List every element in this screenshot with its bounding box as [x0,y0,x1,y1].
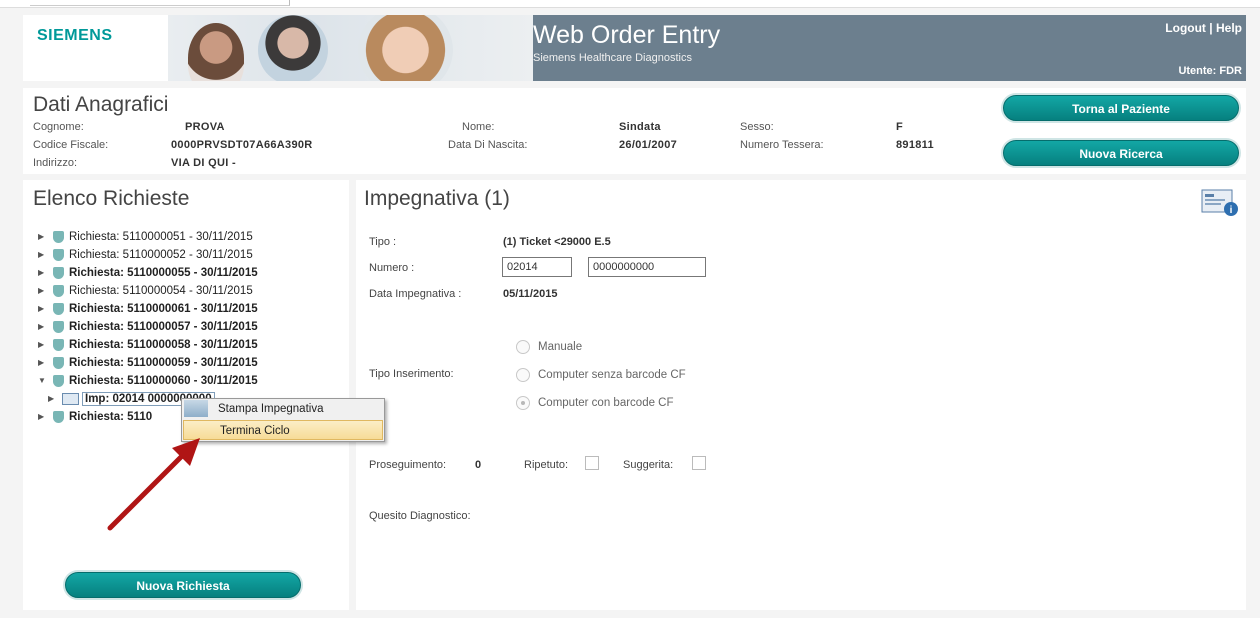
app-subtitle: Siemens Healthcare Diagnostics [533,52,692,64]
request-item[interactable]: ▶ Richiesta: 5110000055 - 30/11/2015 [38,264,258,282]
shield-icon [53,357,64,369]
shield-icon [53,285,64,297]
nuova-richiesta-button[interactable]: Nuova Richiesta [65,572,301,598]
menu-item-stampa-impegnativa[interactable]: Stampa Impegnativa [182,399,384,419]
codice-fiscale-value: 0000PRVSDT07A66A390R [171,139,313,151]
indirizzo-value: VIA DI QUI - [171,157,236,169]
requests-panel: Elenco Richieste ▶ Richiesta: 5110000051 … [23,180,349,610]
expand-arrow-icon[interactable]: ▶ [38,264,48,282]
tipo-value: (1) Ticket <29000 E.5 [503,236,611,248]
proseguimento-value: 0 [475,459,482,471]
data-impegnativa-label: Data Impegnativa : [369,288,462,300]
patient-heading: Dati Anagrafici [33,93,169,116]
radio-computer-senza-barcode[interactable] [516,368,530,382]
expand-arrow-icon[interactable]: ▶ [38,318,48,336]
browser-top-strip [0,0,1260,8]
expand-arrow-icon[interactable]: ▶ [38,408,48,426]
sesso-value: F [896,121,904,133]
tipo-inserimento-label: Tipo Inserimento: [369,368,454,380]
shield-icon [53,249,64,261]
request-item[interactable]: ▶ Richiesta: 5110000052 - 30/11/2015 [38,246,258,264]
nuova-ricerca-button[interactable]: Nuova Ricerca [1003,140,1239,166]
sesso-label: Sesso: [740,121,774,133]
radio-computer-con-barcode-label: Computer con barcode CF [538,397,674,409]
codice-fiscale-label: Codice Fiscale: [33,139,109,151]
browser-tab-edge [30,0,290,6]
ripetuto-label: Ripetuto: [524,459,569,471]
radio-computer-senza-barcode-label: Computer senza barcode CF [538,369,686,381]
link-separator: | [1209,21,1213,35]
request-item[interactable]: ▶ Richiesta: 5110000051 - 30/11/2015 [38,228,258,246]
ripetuto-checkbox[interactable] [585,456,599,470]
expand-arrow-icon[interactable]: ▶ [38,282,48,300]
shield-icon [53,231,64,243]
numero-field-1[interactable]: 02014 [502,257,572,277]
photo-person-2 [258,15,328,81]
expand-arrow-icon[interactable]: ▶ [38,228,48,246]
shield-icon [53,339,64,351]
request-item[interactable]: ▶ Richiesta: 5110000054 - 30/11/2015 [38,282,258,300]
request-item[interactable]: ▶ Richiesta: 5110000057 - 30/11/2015 [38,318,258,336]
photo-person-3 [358,15,453,81]
header-photo-banner [168,15,533,81]
expand-arrow-icon[interactable]: ▶ [38,354,48,372]
suggerita-checkbox[interactable] [692,456,706,470]
impegnativa-panel: Impegnativa (1) i Tipo : (1) Ticket <290… [356,180,1246,610]
context-menu: Stampa Impegnativa Termina Ciclo [181,398,385,442]
app-title: Web Order Entry [533,21,721,49]
cognome-label: Cognome: [33,121,84,133]
request-item-expanded[interactable]: ▼ Richiesta: 5110000060 - 30/11/2015 [38,372,258,390]
expand-arrow-icon[interactable]: ▶ [48,390,58,408]
printer-icon [184,400,208,417]
expand-arrow-icon[interactable]: ▶ [38,246,48,264]
patient-card-icon[interactable]: i [1201,189,1239,217]
tipo-label: Tipo : [369,236,397,248]
data-nascita-value: 26/01/2007 [619,139,678,151]
nome-label: Nome: [462,121,495,133]
menu-item-termina-ciclo[interactable]: Termina Ciclo [183,420,383,440]
radio-manuale[interactable] [516,340,530,354]
shield-icon [53,267,64,279]
numero-tessera-label: Numero Tessera: [740,139,824,151]
help-link[interactable]: Help [1216,21,1242,35]
request-item[interactable]: ▶ Richiesta: 5110000058 - 30/11/2015 [38,336,258,354]
requests-heading: Elenco Richieste [33,187,190,210]
numero-label: Numero : [369,262,415,274]
indirizzo-label: Indirizzo: [33,157,78,169]
request-item[interactable]: ▶ Richiesta: 5110000061 - 30/11/2015 [38,300,258,318]
collapse-arrow-icon[interactable]: ▼ [38,372,48,390]
suggerita-label: Suggerita: [623,459,674,471]
logo-area: SIEMENS [23,15,168,81]
app-header: SIEMENS Web Order Entry Siemens Healthca… [23,15,1246,81]
document-icon [62,393,79,405]
shield-icon [53,321,64,333]
shield-icon [53,411,64,423]
nome-value: Sindata [619,121,661,133]
logout-link[interactable]: Logout [1165,21,1206,35]
radio-manuale-label: Manuale [538,341,583,353]
photo-person-1 [188,23,244,81]
top-links: Logout | Help [1165,21,1242,35]
svg-text:i: i [1230,205,1233,216]
request-item[interactable]: ▶ Richiesta: 5110000059 - 30/11/2015 [38,354,258,372]
shield-icon [53,375,64,387]
requests-tree: ▶ Richiesta: 5110000051 - 30/11/2015 ▶ Ric… [38,228,258,426]
siemens-logo: SIEMENS [37,27,113,44]
patient-panel: Dati Anagrafici Cognome: PROVA Codice Fi… [23,88,1246,174]
cognome-value: PROVA [185,121,225,133]
data-nascita-label: Data Di Nascita: [448,139,528,151]
quesito-diagnostico-label: Quesito Diagnostico: [369,510,471,522]
shield-icon [53,303,64,315]
numero-tessera-value: 891811 [896,139,934,151]
impegnativa-heading: Impegnativa (1) [364,187,510,210]
data-impegnativa-value: 05/11/2015 [503,288,558,300]
current-user: Utente: FDR [1178,65,1242,77]
torna-al-paziente-button[interactable]: Torna al Paziente [1003,95,1239,121]
expand-arrow-icon[interactable]: ▶ [38,300,48,318]
proseguimento-label: Proseguimento: [369,459,447,471]
numero-field-2[interactable]: 0000000000 [588,257,706,277]
radio-computer-con-barcode[interactable] [516,396,530,410]
expand-arrow-icon[interactable]: ▶ [38,336,48,354]
